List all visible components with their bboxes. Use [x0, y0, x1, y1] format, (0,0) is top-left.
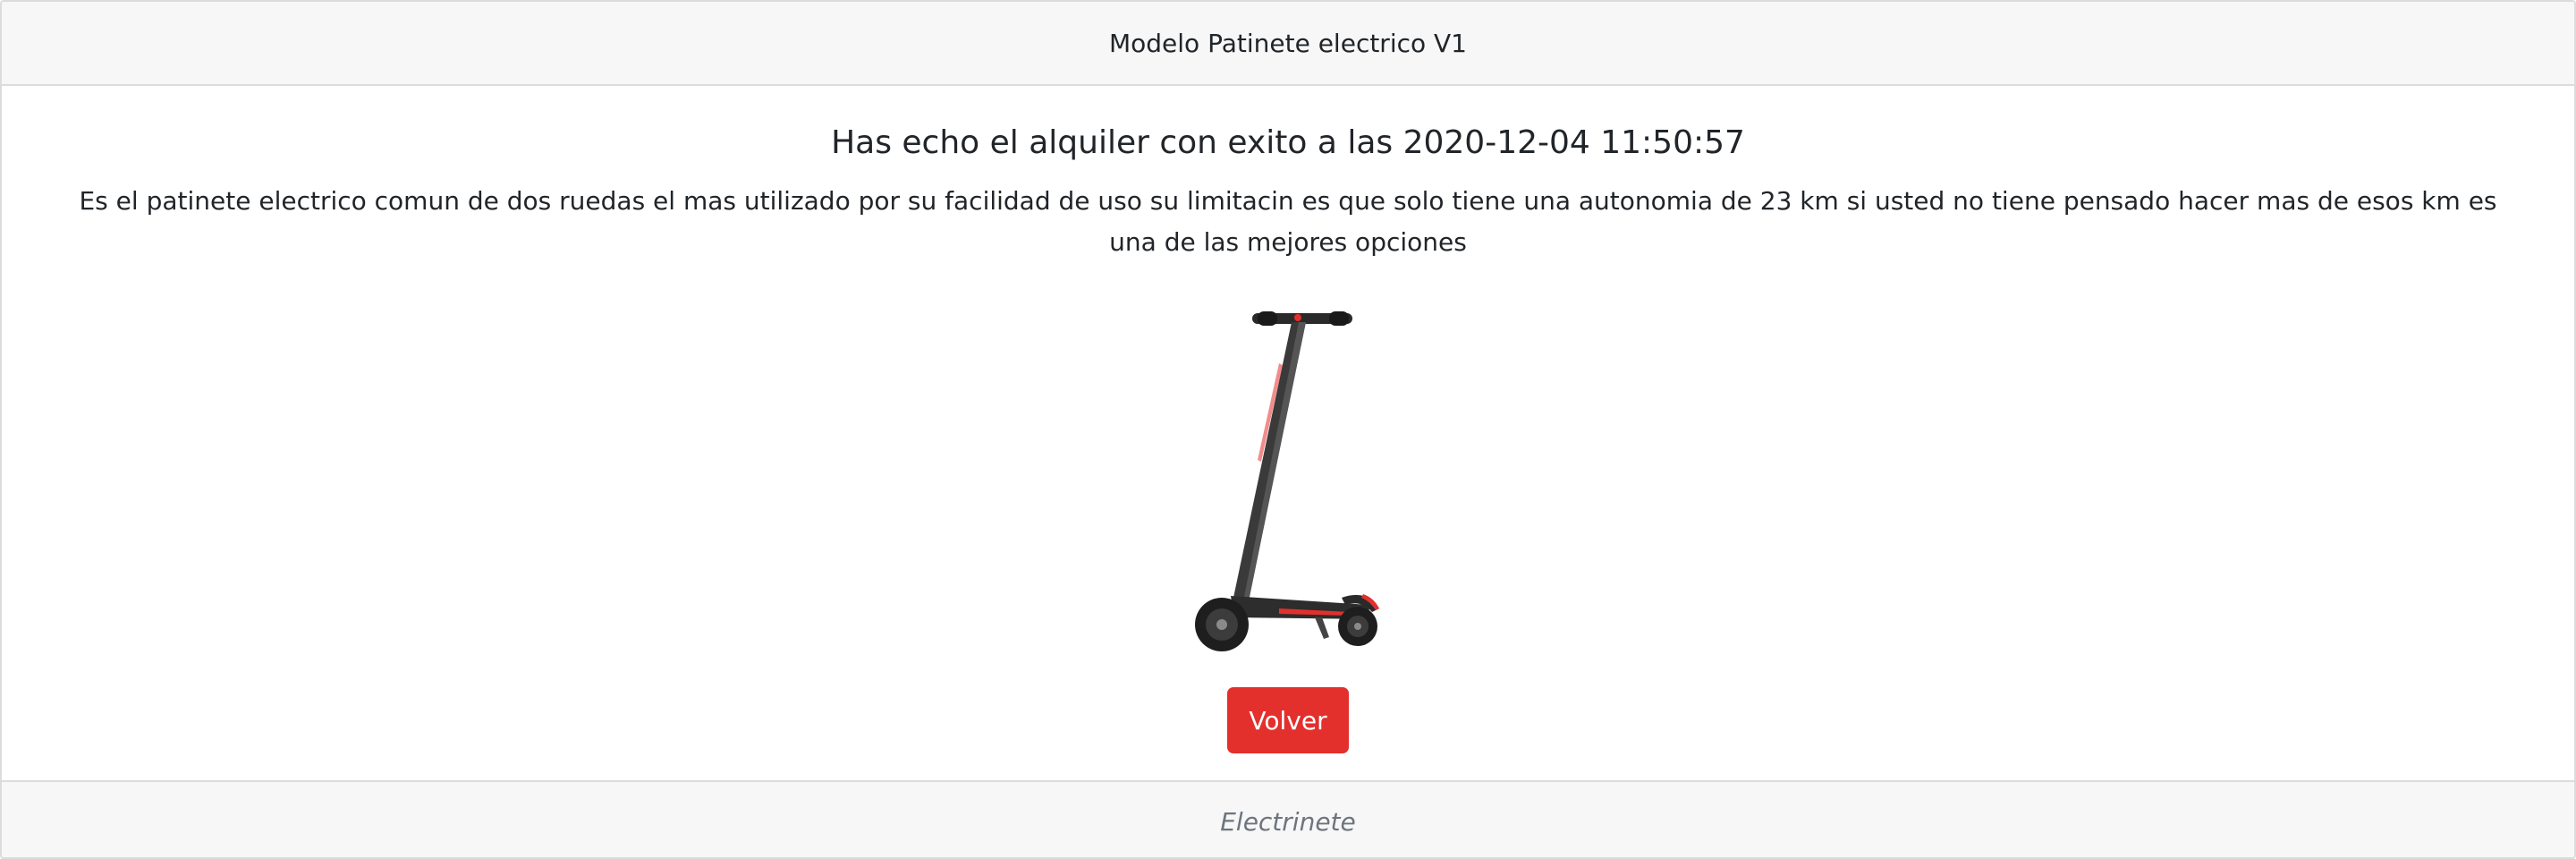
- card-header: Modelo Patinete electrico V1: [2, 2, 2574, 86]
- rental-card: Modelo Patinete electrico V1 Has echo el…: [0, 0, 2576, 859]
- electric-scooter-image: [1195, 311, 1379, 651]
- footer-brand: Electrinete: [1220, 807, 1356, 837]
- back-button[interactable]: Volver: [1227, 687, 1349, 753]
- rental-confirmation-heading: Has echo el alquiler con exito a las 202…: [831, 124, 1745, 161]
- card-footer: Electrinete: [2, 780, 2574, 857]
- card-body: Has echo el alquiler con exito a las 202…: [2, 118, 2574, 753]
- model-title: Modelo Patinete electrico V1: [1108, 28, 1467, 58]
- model-description: Es el patinete electrico comun de dos ru…: [79, 186, 2497, 257]
